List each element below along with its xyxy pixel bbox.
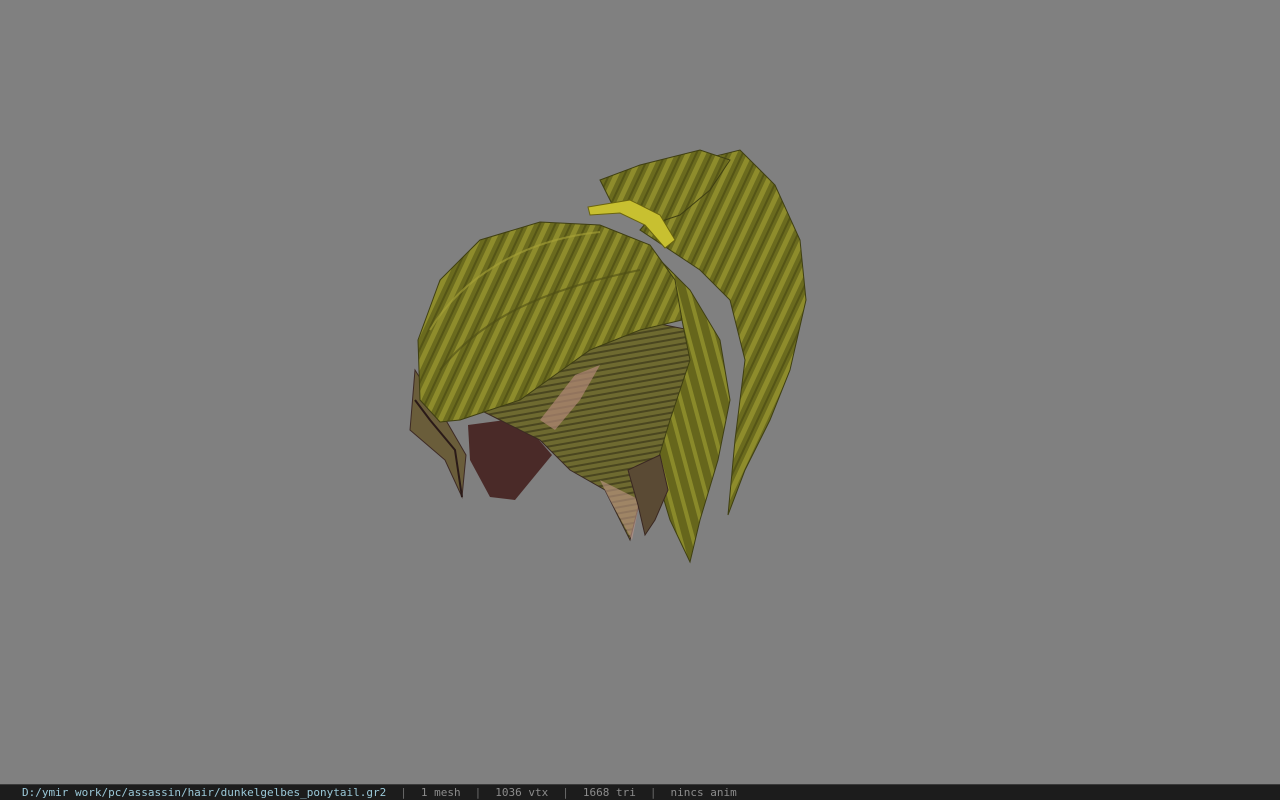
separator: | [400,785,407,799]
status-bar: D:/ymir work/pc/assassin/hair/dunkelgelb… [0,784,1280,800]
vertex-count-label: 1036 vtx [495,785,549,799]
hair-model-render[interactable] [0,0,1280,784]
triangle-count-label: 1668 tri [582,785,636,799]
file-path-label: D:/ymir work/pc/assassin/hair/dunkelgelb… [22,785,387,799]
separator: | [649,785,657,799]
mesh-count-label: 1 mesh [420,785,461,799]
model-viewport[interactable] [0,0,1280,784]
separator: | [474,785,482,799]
animation-status-label: nincs anim [670,785,737,799]
separator: | [562,785,569,799]
